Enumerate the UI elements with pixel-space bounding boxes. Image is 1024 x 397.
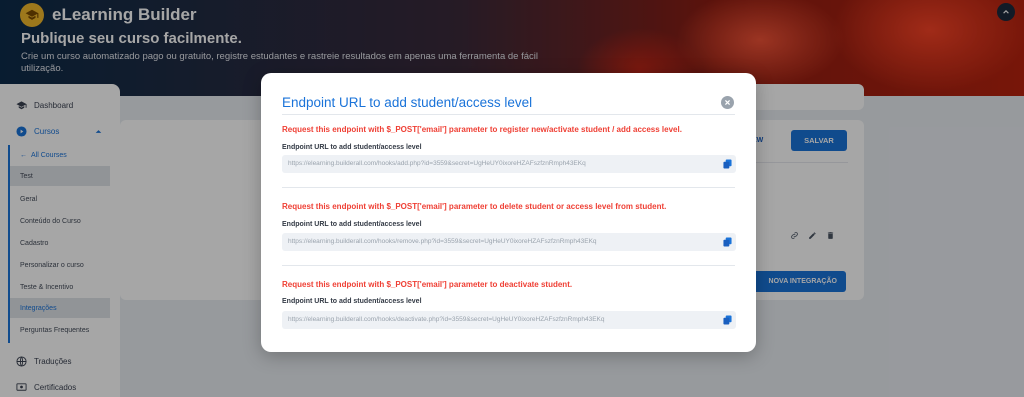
copy-icon[interactable]: [723, 315, 732, 325]
endpoint-url-deactivate: https://elearning.builderall.com/hooks/d…: [288, 316, 605, 323]
modal-title-divider: [282, 114, 735, 115]
endpoint-label-add: Endpoint URL to add student/access level: [282, 144, 422, 151]
endpoint-label-deactivate: Endpoint URL to add student/access level: [282, 298, 422, 305]
endpoint-url-field-remove[interactable]: https://elearning.builderall.com/hooks/r…: [282, 233, 736, 251]
endpoint-url-add: https://elearning.builderall.com/hooks/a…: [288, 160, 586, 167]
modal-title: Endpoint URL to add student/access level: [282, 95, 533, 110]
copy-icon[interactable]: [723, 237, 732, 247]
endpoint-url-field-add[interactable]: https://elearning.builderall.com/hooks/a…: [282, 155, 736, 173]
endpoint-url-modal: Endpoint URL to add student/access level…: [261, 73, 756, 352]
endpoint-label-remove: Endpoint URL to add student/access level: [282, 221, 422, 228]
close-icon: [724, 99, 731, 106]
copy-icon[interactable]: [723, 159, 732, 169]
endpoint-url-field-deactivate[interactable]: https://elearning.builderall.com/hooks/d…: [282, 311, 736, 329]
section-divider: [282, 187, 735, 188]
modal-close-button[interactable]: [721, 96, 734, 109]
endpoint-warning-deactivate: Request this endpoint with $_POST['email…: [282, 280, 573, 289]
section-divider: [282, 265, 735, 266]
endpoint-warning-add: Request this endpoint with $_POST['email…: [282, 125, 682, 134]
endpoint-warning-remove: Request this endpoint with $_POST['email…: [282, 202, 667, 211]
endpoint-url-remove: https://elearning.builderall.com/hooks/r…: [288, 238, 597, 245]
